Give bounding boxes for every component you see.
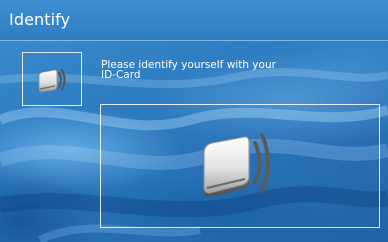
title-bar: Identify xyxy=(0,0,388,41)
id-card-contactless-icon xyxy=(198,119,282,207)
small-card-frame xyxy=(22,52,82,106)
identify-instruction: Please identify yourself with your ID-Ca… xyxy=(101,59,276,81)
id-card-contactless-icon xyxy=(36,64,70,96)
identify-screen: Identify Please identify yourself with y… xyxy=(0,0,388,242)
large-card-frame xyxy=(100,104,380,228)
window-title: Identify xyxy=(9,10,71,29)
